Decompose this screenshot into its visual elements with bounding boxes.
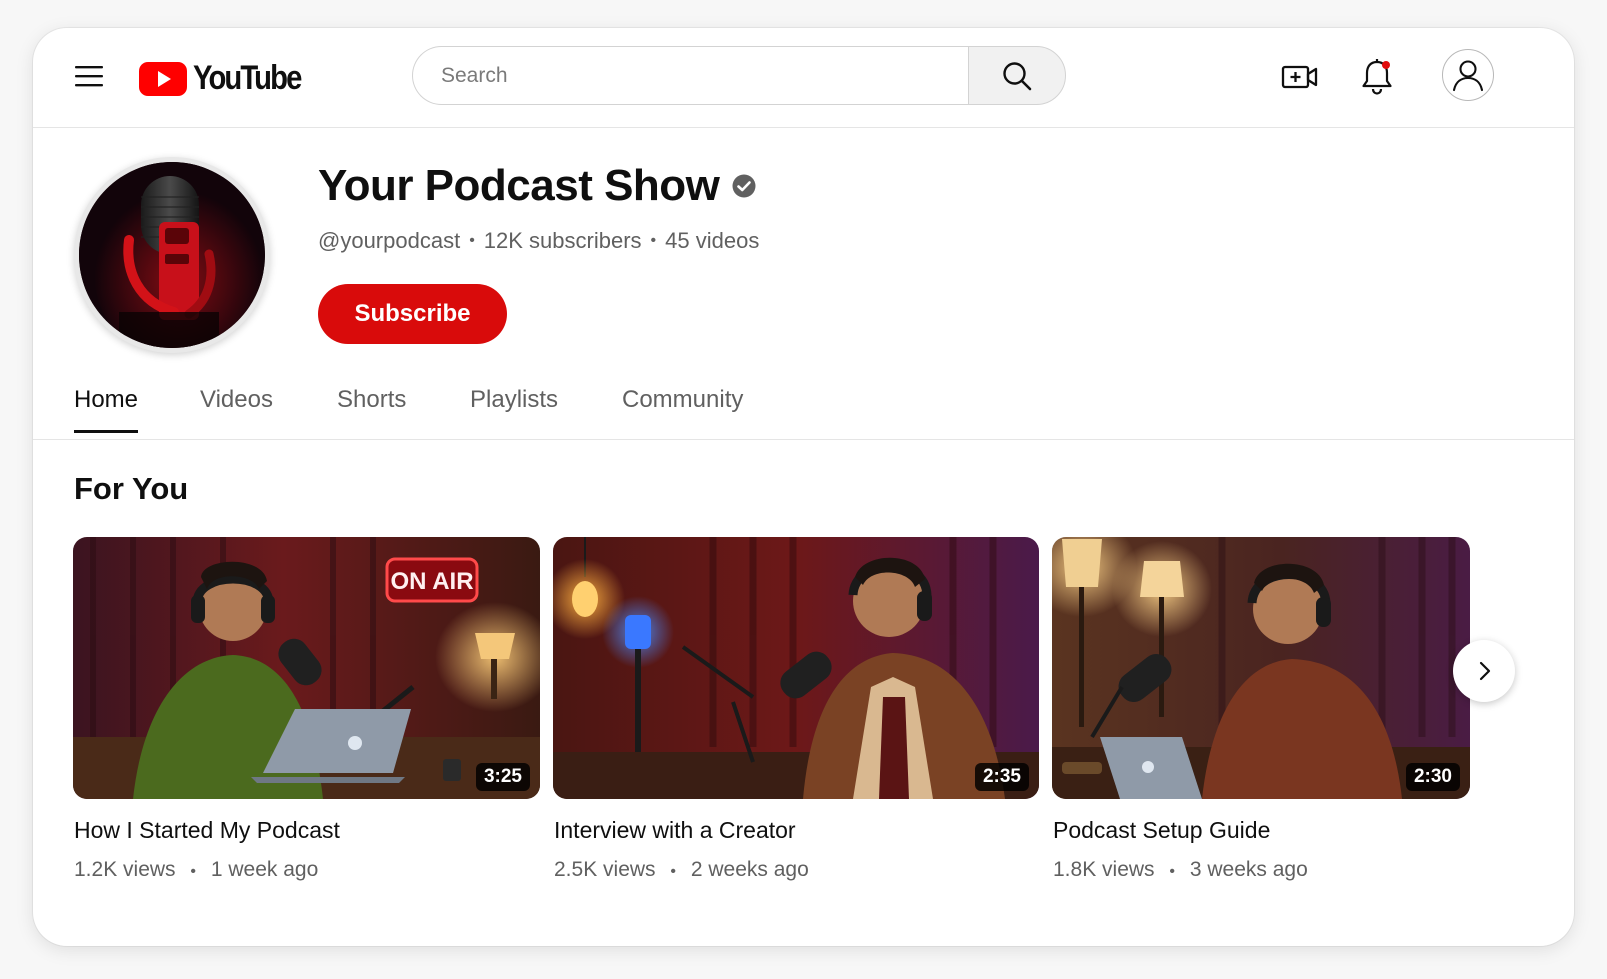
video-thumbnail[interactable]: 2:35 <box>553 537 1039 799</box>
channel-name: Your Podcast Show <box>318 161 720 210</box>
hamburger-menu-icon <box>75 66 103 87</box>
create-video-icon <box>1281 65 1318 89</box>
channel-handle: @yourpodcast <box>318 228 461 253</box>
youtube-play-logo-icon <box>139 61 187 96</box>
on-air-sign: ON AIR <box>390 568 473 595</box>
create-button[interactable] <box>1278 56 1322 98</box>
notifications-button[interactable] <box>1355 56 1399 98</box>
separator-dot: • <box>469 232 475 249</box>
separator-dot: • <box>670 863 676 880</box>
youtube-window: YouTube Search Your Podcast Show @yourpo… <box>33 28 1574 946</box>
video-duration: 3:25 <box>475 763 530 791</box>
upload-age: 1 week ago <box>210 858 319 881</box>
separator-dot: • <box>650 232 657 249</box>
microphone-image <box>79 162 265 348</box>
channel-avatar[interactable] <box>74 157 270 353</box>
thumbnail-image <box>1052 537 1470 799</box>
next-videos-button[interactable] <box>1453 640 1515 702</box>
tab-videos[interactable]: Videos <box>200 386 273 432</box>
search-input[interactable] <box>412 46 968 105</box>
tab-playlists[interactable]: Playlists <box>470 386 558 432</box>
youtube-logo[interactable]: YouTube <box>139 59 318 98</box>
video-meta: 1.8K views • 3 weeks ago <box>1052 858 1470 882</box>
channel-tabs: Home Videos Shorts Playlists Community <box>33 378 1574 440</box>
notification-dot <box>1382 61 1390 69</box>
menu-button[interactable] <box>71 58 107 94</box>
video-count: 45 videos <box>665 228 760 253</box>
video-thumbnail[interactable]: 2:30 <box>1052 537 1470 799</box>
section-title: For You <box>74 471 189 506</box>
tab-home[interactable]: Home <box>74 386 139 433</box>
subscriber-count: 12K subscribers <box>483 228 642 253</box>
video-title[interactable]: Interview with a Creator <box>553 817 1039 844</box>
video-title[interactable]: Podcast Setup Guide <box>1052 817 1470 844</box>
video-duration: 2:30 <box>1405 763 1460 791</box>
account-icon <box>1452 60 1484 92</box>
chevron-right-icon <box>1479 661 1491 681</box>
upload-age: 2 weeks ago <box>690 858 809 881</box>
account-button[interactable] <box>1442 49 1494 101</box>
bell-icon <box>1362 59 1392 95</box>
upload-age: 3 weeks ago <box>1189 858 1308 881</box>
video-card[interactable]: 2:35 Interview with a Creator 2.5K views… <box>553 537 1039 882</box>
tab-shorts[interactable]: Shorts <box>337 386 406 432</box>
verified-check-icon <box>732 174 756 198</box>
view-count: 1.8K views <box>1053 858 1155 881</box>
video-thumbnail[interactable]: ON AIR 3:25 <box>73 537 540 799</box>
thumbnail-image: ON AIR <box>73 537 540 799</box>
channel-meta: @yourpodcast • 12K subscribers • 45 vide… <box>318 228 759 254</box>
separator-dot: • <box>1169 863 1175 880</box>
subscribe-button[interactable]: Subscribe <box>318 284 507 344</box>
top-bar: YouTube <box>33 28 1574 128</box>
separator-dot: • <box>190 863 196 880</box>
view-count: 2.5K views <box>554 858 656 881</box>
video-duration: 2:35 <box>974 763 1029 791</box>
search-icon <box>1003 61 1032 90</box>
channel-avatar-image <box>79 162 265 348</box>
video-meta: 2.5K views • 2 weeks ago <box>553 858 1039 882</box>
thumbnail-image <box>553 537 1039 799</box>
tab-community[interactable]: Community <box>622 386 743 432</box>
video-card[interactable]: 2:30 Podcast Setup Guide 1.8K views • 3 … <box>1052 537 1470 882</box>
search-bar <box>412 46 1066 105</box>
view-count: 1.2K views <box>74 858 176 881</box>
logo-wordmark: YouTube <box>193 59 302 97</box>
video-meta: 1.2K views • 1 week ago <box>73 858 540 882</box>
search-button[interactable] <box>968 46 1066 105</box>
channel-title-row: Your Podcast Show <box>318 161 757 211</box>
video-title[interactable]: How I Started My Podcast <box>73 817 540 844</box>
video-card[interactable]: ON AIR 3:25 How I Started My Podcast 1.2… <box>73 537 540 882</box>
